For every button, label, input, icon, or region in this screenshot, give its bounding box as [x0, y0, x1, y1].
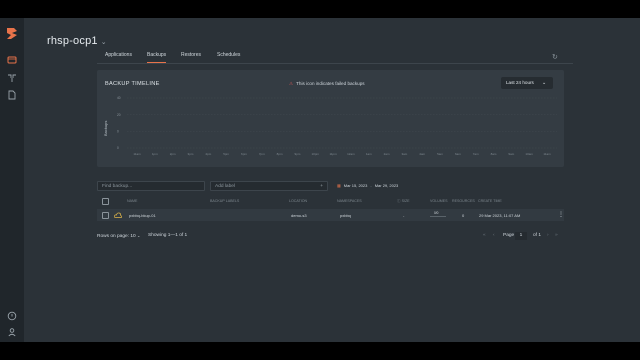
plus-icon[interactable]: + [320, 182, 323, 192]
calendar-icon: ▦ [337, 183, 341, 188]
x-tick-label: 1am [366, 152, 372, 156]
x-tick-label: 6am [455, 152, 461, 156]
range-separator: - [370, 183, 372, 188]
cluster-icon[interactable] [7, 73, 17, 83]
backup-size: - [403, 213, 405, 218]
y-tick-label: 0 [117, 146, 119, 150]
y-tick-label: 40 [117, 96, 121, 100]
backup-filter-toolbar: Find backup... Add label + ▦ Mar 15, 2023… [97, 181, 564, 192]
showing-count: Showing 1—1 of 1 [148, 233, 188, 238]
x-tick-label: 1pm [152, 152, 158, 156]
x-tick-label: 5am [437, 152, 443, 156]
x-tick-label: 8am [491, 152, 497, 156]
page-label: Page [503, 233, 515, 238]
y-axis-label: Backups [103, 121, 108, 136]
portworx-logo-icon [7, 28, 17, 39]
first-page-icon[interactable]: « [483, 233, 486, 238]
add-label-input[interactable]: Add label + [210, 181, 328, 191]
project-name: rhsp-ocp1 [47, 35, 98, 47]
y-tick-label: 20 [117, 113, 121, 117]
tab-backups[interactable]: Backups [147, 52, 167, 63]
backup-volumes: 0/0 [434, 211, 439, 215]
x-tick-label: 6pm [241, 152, 247, 156]
tab-bar: Applications Backups Restores Schedules [97, 51, 573, 64]
backup-name[interactable]: pxbbq-bkup-01 [129, 213, 156, 218]
column-namespaces[interactable]: NAMESPACES [337, 199, 362, 203]
backup-resources: 0 [462, 213, 465, 218]
app-window: rhsp-ocp1 ⌄ Applications Backups Restores… [0, 18, 640, 342]
next-page-icon[interactable]: › [547, 233, 549, 238]
last-page-icon[interactable]: » [555, 233, 558, 238]
add-label-placeholder: Add label [215, 184, 236, 189]
search-input[interactable]: Find backup... [97, 181, 205, 191]
page-number-input[interactable]: 1 [515, 232, 527, 240]
user-icon[interactable] [7, 327, 17, 337]
page-total: of 1 [533, 233, 542, 238]
x-tick-label: 3am [401, 152, 407, 156]
x-tick-label: 3pm [188, 152, 194, 156]
x-tick-label: 8pm [277, 152, 283, 156]
x-tick-label: 10am [525, 152, 533, 156]
table-row[interactable]: pxbbq-bkup-01 demo-s3 pxbbq - 0/0 0 29 M… [97, 209, 564, 221]
backup-timeline-panel: BACKUP TIMELINE ⚠ This icon indicates fai… [97, 70, 564, 167]
column-backup-labels[interactable]: BACKUP LABELS [210, 199, 239, 203]
x-tick-label: 7am [473, 152, 479, 156]
page-title[interactable]: rhsp-ocp1 ⌄ [47, 35, 107, 47]
column-resources[interactable]: RESOURCES [452, 199, 475, 203]
table-header: NAME BACKUP LABELS LOCATION NAMESPACES ⓘ… [97, 198, 564, 206]
help-icon[interactable] [7, 311, 17, 321]
x-tick-label: 11am [133, 152, 141, 156]
rows-per-page-select[interactable]: Rows on page: 10 ⌄ [97, 233, 140, 239]
x-tick-label: 10pm [312, 152, 320, 156]
backup-location: demo-s3 [291, 213, 307, 218]
x-tick-label: 4am [419, 152, 425, 156]
cloud-backup-icon [114, 212, 122, 218]
select-all-checkbox[interactable] [102, 198, 109, 205]
x-tick-label: 11pm [329, 152, 337, 156]
tab-applications[interactable]: Applications [105, 52, 132, 62]
timeline-chart: Backups 40 20 0 0 11am 1pm 2pm 3pm 4pm 5pm 6pm 7pm… [103, 96, 557, 156]
column-name[interactable]: NAME [127, 199, 137, 203]
backup-namespaces: pxbbq [340, 213, 351, 218]
x-tick-label: 9am [508, 152, 514, 156]
chevron-down-icon: ⌄ [100, 39, 107, 46]
backup-store-icon[interactable] [7, 55, 17, 65]
chevron-down-icon: ⌄ [137, 233, 141, 238]
backup-create-time: 29 Mar 2023, 11:07 AM [479, 213, 521, 218]
tab-schedules[interactable]: Schedules [217, 52, 240, 62]
pagination: Rows on page: 10 ⌄ Showing 1—1 of 1 « ‹ … [97, 232, 564, 242]
column-location[interactable]: LOCATION [289, 199, 307, 203]
tab-restores[interactable]: Restores [181, 52, 201, 62]
sidebar [0, 18, 24, 342]
x-tick-label: 9pm [295, 152, 301, 156]
row-actions-icon[interactable]: ⋮ [558, 211, 564, 218]
previous-page-icon[interactable]: ‹ [493, 233, 495, 238]
x-tick-label: 2am [384, 152, 390, 156]
x-tick-label: 11am [543, 152, 551, 156]
document-icon[interactable] [7, 90, 17, 100]
x-tick-label: 2pm [170, 152, 176, 156]
x-tick-label: 7pm [259, 152, 265, 156]
x-tick-label: 5pm [223, 152, 229, 156]
column-volumes[interactable]: VOLUMES [430, 199, 448, 203]
row-checkbox[interactable] [102, 212, 109, 219]
refresh-icon[interactable]: ↻ [552, 53, 558, 61]
date-from: Mar 15, 2023 [343, 183, 368, 188]
date-range-picker[interactable]: ▦ Mar 15, 2023- Mar 29, 2023 [337, 181, 398, 191]
volumes-progress-bar [430, 216, 446, 217]
y-tick-label: 0 [117, 130, 119, 134]
x-tick-label: 12am [347, 152, 355, 156]
column-size[interactable]: ⓘ SIZE [397, 199, 410, 204]
x-tick-label: 4pm [205, 152, 211, 156]
column-create-time[interactable]: CREATE TIME [478, 199, 502, 203]
date-to: Mar 29, 2023 [374, 183, 399, 188]
